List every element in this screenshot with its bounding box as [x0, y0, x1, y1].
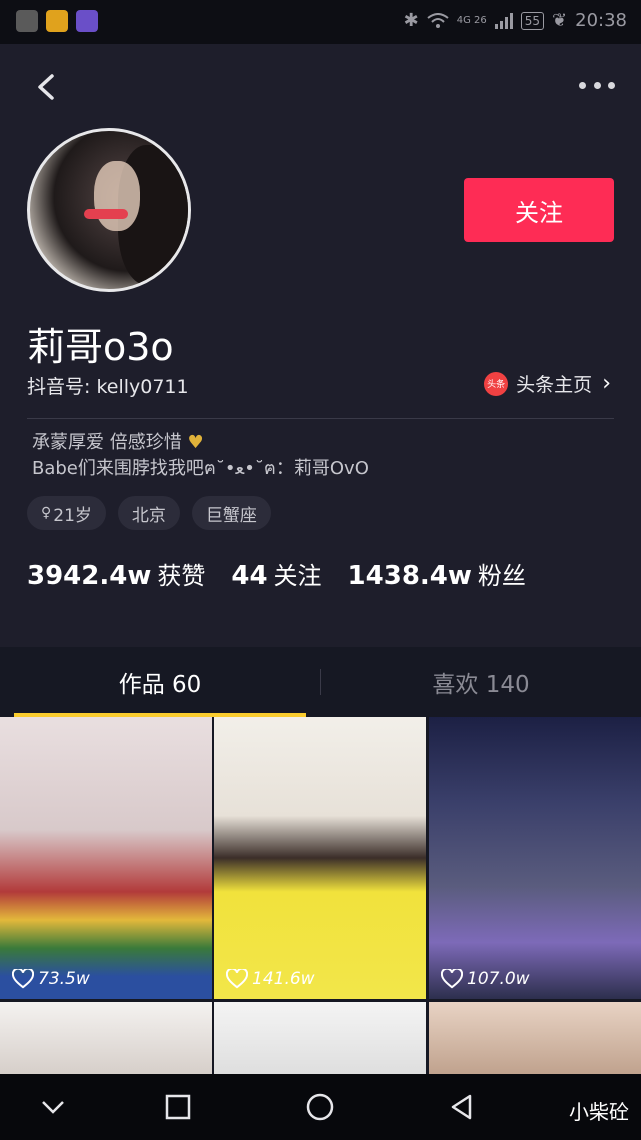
- signal-icon: [494, 12, 513, 29]
- tab-likes[interactable]: 喜欢 140: [321, 647, 641, 717]
- tag-age: ♀ 21岁: [27, 496, 106, 530]
- nav-recents-button[interactable]: [161, 1090, 195, 1124]
- stat-followers-value: 1438.4w: [347, 561, 472, 591]
- stat-following[interactable]: 44 关注: [231, 556, 321, 591]
- system-nav-bar: 小柴砼: [0, 1074, 641, 1140]
- square-icon: [165, 1094, 191, 1120]
- more-button[interactable]: [579, 78, 615, 92]
- cat-app-icon: [16, 10, 38, 32]
- video-thumbnail[interactable]: [214, 1002, 426, 1074]
- toutiao-icon: 头条: [484, 371, 509, 396]
- status-right: ✱ 4G 26 55 ❦ 20:38: [404, 10, 627, 31]
- video-likes: 107.0w: [441, 969, 530, 989]
- stat-following-value: 44: [231, 561, 268, 591]
- video-thumbnail[interactable]: 107.0w: [429, 717, 641, 999]
- content-tabs: 作品 60 喜欢 140: [0, 647, 641, 717]
- video-likes: 73.5w: [12, 969, 90, 989]
- nav-collapse-button[interactable]: [36, 1090, 70, 1124]
- watermark: 小柴砼: [569, 1100, 629, 1124]
- notification-icons: [16, 10, 98, 32]
- chevron-down-icon: [42, 1101, 64, 1114]
- toutiao-label: 头条主页: [516, 374, 593, 396]
- tags: ♀ 21岁 北京 巨蟹座: [27, 496, 271, 530]
- network-indicator: 4G 26: [456, 15, 487, 26]
- tag-city: 北京: [117, 496, 180, 530]
- video-likes: 141.6w: [226, 969, 315, 989]
- status-time: 20:38: [575, 10, 627, 31]
- nav-home-button[interactable]: [303, 1090, 337, 1124]
- profile-header: 关注 莉哥o3o 抖音号: kelly0711 头条 头条主页 › 承蒙厚爱 倍…: [0, 44, 641, 647]
- video-likes-count: 141.6w: [252, 969, 315, 989]
- divider: [27, 418, 614, 419]
- tab-works[interactable]: 作品 60: [0, 647, 320, 717]
- stat-following-label: 关注: [273, 562, 322, 590]
- video-thumbnail[interactable]: [0, 1002, 212, 1074]
- triangle-back-icon: [451, 1094, 472, 1120]
- back-button[interactable]: [28, 66, 68, 106]
- chevron-left-icon: [38, 74, 54, 100]
- video-app-icon: [76, 10, 98, 32]
- leaf-icon: ❦: [552, 10, 568, 31]
- female-icon: ♀: [41, 505, 52, 521]
- avatar-glasses: [84, 209, 128, 219]
- wifi-icon: [427, 12, 449, 28]
- chevron-right-icon: ›: [602, 371, 611, 396]
- stat-likes-label: 获赞: [157, 562, 206, 590]
- tag-zodiac: 巨蟹座: [191, 496, 271, 530]
- bluetooth-icon: ✱: [403, 10, 419, 31]
- tag-age-text: 21岁: [53, 505, 92, 526]
- bio-line-1-text: 承蒙厚爱 倍感珍惜: [32, 432, 182, 453]
- stat-likes-value: 3942.4w: [27, 561, 152, 591]
- bio-line-1: 承蒙厚爱 倍感珍惜 ♥: [32, 430, 369, 456]
- avatar-face: [94, 161, 140, 231]
- more-dot: [608, 81, 615, 89]
- stat-likes[interactable]: 3942.4w 获赞: [27, 556, 205, 591]
- stat-followers-label: 粉丝: [477, 562, 526, 590]
- more-dots-icon: [579, 81, 586, 89]
- heart-outline-icon: [12, 969, 34, 989]
- heart-outline-icon: [441, 969, 463, 989]
- heart-outline-icon: [226, 969, 248, 989]
- nav-back-button[interactable]: [445, 1090, 479, 1124]
- bio: 承蒙厚爱 倍感珍惜 ♥ Babe们来围脖找我吧ฅ˘•ﻌ•˘ฅ：莉哥OvO: [32, 430, 369, 482]
- video-grid: 73.5w 141.6w 107.0w: [0, 717, 641, 1074]
- toutiao-homepage-link[interactable]: 头条 头条主页 ›: [484, 370, 611, 397]
- mail-app-icon: [46, 10, 68, 32]
- douyin-id: 抖音号: kelly0711: [27, 376, 189, 398]
- video-thumbnail[interactable]: 73.5w: [0, 717, 212, 999]
- circle-icon: [306, 1093, 334, 1121]
- video-likes-count: 73.5w: [38, 969, 90, 989]
- battery-icon: 55: [520, 11, 545, 30]
- avatar[interactable]: [27, 128, 191, 292]
- follow-button[interactable]: 关注: [464, 178, 614, 242]
- bio-line-2: Babe们来围脖找我吧ฅ˘•ﻌ•˘ฅ：莉哥OvO: [32, 458, 369, 479]
- video-thumbnail[interactable]: [429, 1002, 641, 1074]
- video-thumbnail[interactable]: 141.6w: [214, 717, 426, 999]
- more-dot: [593, 81, 601, 89]
- yellow-heart-icon: ♥: [187, 432, 204, 453]
- stat-followers[interactable]: 1438.4w 粉丝: [348, 556, 526, 591]
- status-bar: ✱ 4G 26 55 ❦ 20:38: [0, 0, 641, 44]
- stats: 3942.4w 获赞 44 关注 1438.4w 粉丝: [27, 556, 526, 591]
- video-likes-count: 107.0w: [467, 969, 530, 989]
- nickname: 莉哥o3o: [27, 325, 174, 369]
